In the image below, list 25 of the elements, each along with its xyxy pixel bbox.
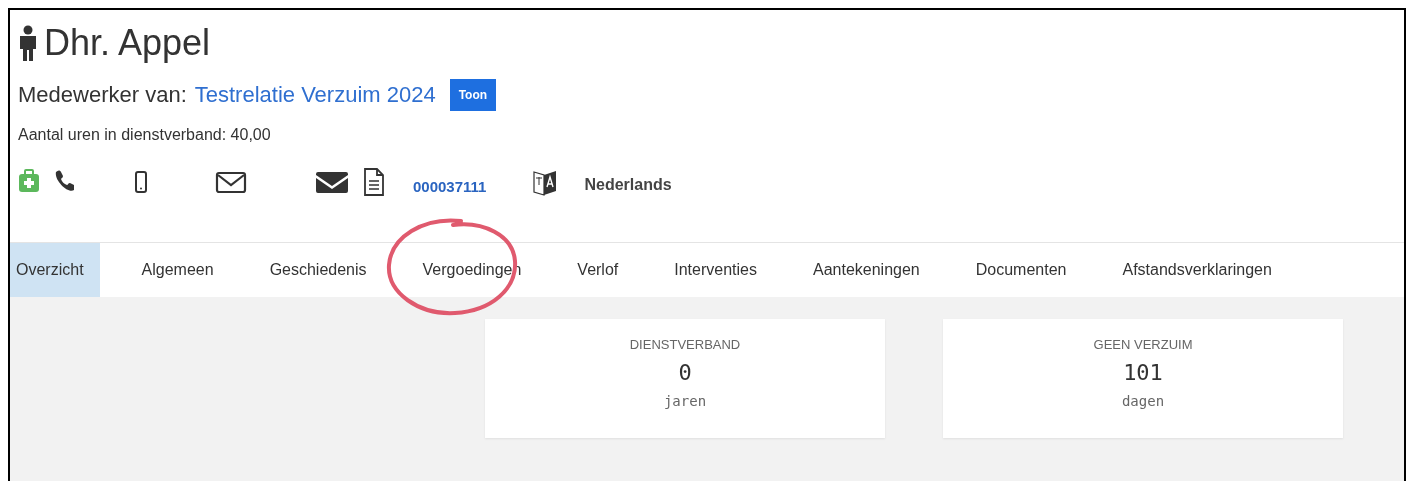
- tab[interactable]: Verlof: [553, 243, 643, 297]
- tab[interactable]: Geschiedenis: [245, 243, 391, 297]
- tab[interactable]: Overzicht: [10, 243, 100, 297]
- person-icon: [18, 25, 38, 61]
- card-unit: jaren: [663, 393, 707, 409]
- tab[interactable]: Documenten: [951, 243, 1091, 297]
- employer-label: Medewerker van:: [18, 82, 187, 108]
- employer-link[interactable]: Testrelatie Verzuim 2024: [194, 82, 436, 108]
- document-icon[interactable]: [363, 168, 385, 196]
- show-button[interactable]: Toon: [449, 79, 497, 111]
- number-link[interactable]: 000037111: [413, 177, 487, 195]
- tab[interactable]: Interventies: [650, 243, 781, 297]
- mobile-icon[interactable]: [135, 168, 147, 196]
- tab[interactable]: Algemeen: [117, 243, 238, 297]
- card-value: 101: [1123, 360, 1163, 385]
- card-title: DIENSTVERBAND: [629, 337, 741, 352]
- language-label: Nederlands: [584, 176, 672, 194]
- card-title: GEEN VERZUIM: [1093, 337, 1193, 352]
- card-unit: dagen: [1121, 393, 1165, 409]
- person-name: Dhr. Appel: [44, 22, 211, 64]
- translate-icon[interactable]: [532, 168, 559, 196]
- tab[interactable]: Afstandsverklaringen: [1098, 243, 1296, 297]
- tab[interactable]: Aantekeningen: [789, 243, 944, 297]
- card-value: 0: [678, 360, 692, 385]
- hours-text: Aantal uren in dienstverband: 40,00: [18, 126, 272, 144]
